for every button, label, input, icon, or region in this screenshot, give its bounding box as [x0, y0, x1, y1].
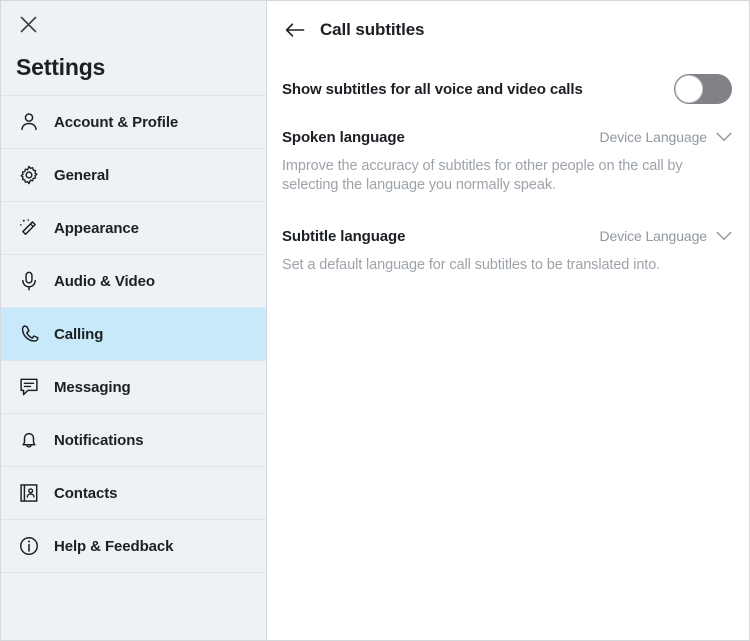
- call-subtitles-panel: Call subtitles Show subtitles for all vo…: [267, 1, 749, 640]
- subtitle-language-label: Subtitle language: [282, 228, 405, 245]
- person-icon: [16, 110, 41, 135]
- toggle-knob: [675, 75, 703, 103]
- sidebar-item-label: Calling: [54, 326, 103, 343]
- sidebar-item-label: Audio & Video: [54, 273, 155, 290]
- subtitle-language-select[interactable]: Device Language: [600, 228, 732, 244]
- sidebar-item-label: Appearance: [54, 220, 139, 237]
- sidebar-item-appearance[interactable]: Appearance: [1, 202, 266, 255]
- sidebar-item-account-profile[interactable]: Account & Profile: [1, 96, 266, 149]
- sidebar-item-general[interactable]: General: [1, 149, 266, 202]
- show-subtitles-toggle[interactable]: [674, 74, 732, 104]
- bell-icon: [16, 428, 41, 453]
- subtitle-language-description: Set a default language for call subtitle…: [282, 256, 726, 275]
- sidebar-item-messaging[interactable]: Messaging: [1, 361, 266, 414]
- panel-title: Call subtitles: [320, 20, 424, 40]
- sidebar-header: [1, 1, 266, 47]
- sidebar-item-label: Messaging: [54, 379, 131, 396]
- spoken-language-select[interactable]: Device Language: [600, 129, 732, 145]
- chevron-down-icon: [716, 132, 732, 142]
- microphone-icon: [16, 269, 41, 294]
- panel-header: Call subtitles: [280, 1, 733, 58]
- spoken-language-description: Improve the accuracy of subtitles for ot…: [282, 157, 726, 195]
- info-circle-icon: [16, 534, 41, 559]
- sidebar-item-label: Contacts: [54, 485, 117, 502]
- address-book-icon: [16, 481, 41, 506]
- spoken-language-row: Spoken language Device Language: [280, 120, 733, 154]
- phone-icon: [16, 322, 41, 347]
- close-icon[interactable]: [14, 10, 42, 38]
- show-subtitles-label: Show subtitles for all voice and video c…: [282, 81, 583, 98]
- sidebar-item-label: General: [54, 167, 109, 184]
- arrow-left-icon[interactable]: [282, 17, 308, 43]
- settings-sidebar: Settings Account & Profile: [1, 1, 267, 640]
- sidebar-item-notifications[interactable]: Notifications: [1, 414, 266, 467]
- chevron-down-icon: [716, 231, 732, 241]
- settings-window: Settings Account & Profile: [0, 0, 750, 641]
- sidebar-item-contacts[interactable]: Contacts: [1, 467, 266, 520]
- gear-icon: [16, 163, 41, 188]
- subtitle-language-row: Subtitle language Device Language: [280, 219, 733, 253]
- sidebar-item-help-feedback[interactable]: Help & Feedback: [1, 520, 266, 573]
- sidebar-item-audio-video[interactable]: Audio & Video: [1, 255, 266, 308]
- sidebar-nav: Account & Profile General: [1, 95, 266, 573]
- spoken-language-label: Spoken language: [282, 129, 405, 146]
- sidebar-item-label: Help & Feedback: [54, 538, 173, 555]
- page-title: Settings: [1, 47, 266, 95]
- spoken-language-value: Device Language: [600, 129, 707, 145]
- show-subtitles-row: Show subtitles for all voice and video c…: [280, 64, 733, 114]
- sidebar-item-label: Notifications: [54, 432, 144, 449]
- subtitle-language-value: Device Language: [600, 228, 707, 244]
- sidebar-item-label: Account & Profile: [54, 114, 178, 131]
- magic-wand-icon: [16, 216, 41, 241]
- chat-bubble-icon: [16, 375, 41, 400]
- sidebar-item-calling[interactable]: Calling: [1, 308, 266, 361]
